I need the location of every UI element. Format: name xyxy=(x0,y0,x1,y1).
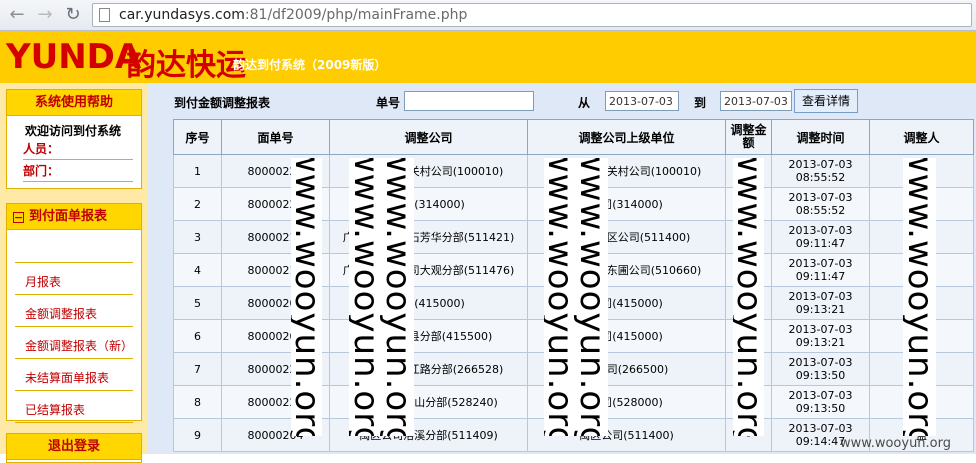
help-panel: 系统使用帮助 欢迎访问到付系统 人员： 部门： xyxy=(6,89,142,189)
waybill-input[interactable] xyxy=(404,91,534,111)
menu-monthly-report[interactable]: 月报表 xyxy=(15,263,133,295)
table-header-row: 序号 面单号 调整公司 调整公司上级单位 调整金额 调整时间 调整人 xyxy=(173,119,974,155)
watermark-strip: www.wooyun.org xyxy=(733,158,764,436)
cell-time: 2013-07-03 08:55:52 xyxy=(771,154,870,188)
col-header-parent: 调整公司上级单位 xyxy=(527,119,726,155)
from-label: 从 xyxy=(578,96,591,110)
cell-clock: 08:55:52 xyxy=(795,204,846,217)
cell-no: 1 xyxy=(173,154,222,188)
menu-unsettled-report[interactable]: 未结算面单报表 xyxy=(15,359,133,391)
cell-time: 2013-07-03 09:11:47 xyxy=(771,253,870,287)
watermark-strip: www.wooyun.org www.wooyun.org xyxy=(544,158,608,436)
cell-date: 2013-07-03 xyxy=(788,389,853,402)
watermark-text: www.wooyun.org xyxy=(291,158,322,436)
cell-date: 2013-07-03 xyxy=(788,356,853,369)
site-header: YUNDA 韵达快运 韵达到付系统（2009新版） xyxy=(0,31,976,83)
watermark-text: www.wooyun.org xyxy=(377,158,415,436)
url-text[interactable]: car.yundasys.com:81/df2009/php/mainFrame… xyxy=(119,7,467,23)
cell-date: 2013-07-03 xyxy=(788,290,853,303)
col-header-company: 调整公司 xyxy=(329,119,528,155)
url-path: :81/df2009/php/mainFrame.php xyxy=(244,7,468,23)
to-date-input[interactable] xyxy=(720,91,792,111)
cell-date: 2013-07-03 xyxy=(788,158,853,171)
person-label: 人员： xyxy=(23,138,133,160)
cell-clock: 09:13:21 xyxy=(795,303,846,316)
logout-button[interactable]: 退出登录 xyxy=(7,434,141,460)
sidebar: 系统使用帮助 欢迎访问到付系统 人员： 部门： − 到付面单报表 月报表 金额调整… xyxy=(0,83,148,463)
menu-spacer xyxy=(15,230,133,263)
menu-amount-adjust-report-new[interactable]: 金额调整报表（新） xyxy=(15,327,133,359)
cell-date: 2013-07-03 xyxy=(788,257,853,270)
watermark-corner-text: www.wooyun.org xyxy=(840,436,952,451)
cell-clock: 09:13:50 xyxy=(795,402,846,415)
cell-time: 2013-07-03 09:13:50 xyxy=(771,352,870,386)
cell-no: 4 xyxy=(173,253,222,287)
watermark-strip: www.wooyun.org xyxy=(291,158,322,436)
logout-panel: 退出登录 xyxy=(6,433,142,463)
reports-panel: − 到付面单报表 月报表 金额调整报表 金额调整报表（新） 未结算面单报表 已结算… xyxy=(6,203,142,423)
url-host: car.yundasys.com xyxy=(119,7,245,23)
watermark-text: www.wooyun.org xyxy=(572,158,608,436)
menu-settled-report[interactable]: 已结算报表 xyxy=(15,391,133,423)
cell-clock: 09:13:50 xyxy=(795,369,846,382)
page-icon xyxy=(99,8,110,22)
col-header-waybill: 面单号 xyxy=(221,119,330,155)
col-header-no: 序号 xyxy=(173,119,222,155)
cell-date: 2013-07-03 xyxy=(788,191,853,204)
cell-time: 2013-07-03 09:11:47 xyxy=(771,220,870,254)
logo-chinese: 韵达快运 xyxy=(126,48,246,83)
col-header-time: 调整时间 xyxy=(771,119,870,155)
cell-time: 2013-07-03 09:13:21 xyxy=(771,319,870,353)
cell-no: 3 xyxy=(173,220,222,254)
cell-clock: 09:11:47 xyxy=(795,270,846,283)
cell-no: 8 xyxy=(173,385,222,419)
collapse-icon[interactable]: − xyxy=(13,212,24,223)
cell-no: 2 xyxy=(173,187,222,221)
cell-clock: 09:11:47 xyxy=(795,237,846,250)
browser-toolbar: ← → ↻ car.yundasys.com:81/df2009/php/mai… xyxy=(0,0,976,31)
cell-date: 2013-07-03 xyxy=(788,224,853,237)
cell-time: 2013-07-03 08:55:52 xyxy=(771,187,870,221)
cell-time: 2013-07-03 09:13:21 xyxy=(771,286,870,320)
logo-english: YUNDA xyxy=(6,37,142,77)
cell-time: 2013-07-03 09:13:50 xyxy=(771,385,870,419)
view-details-button[interactable]: 查看详情 xyxy=(794,89,858,113)
cell-date: 2013-07-03 xyxy=(788,323,853,336)
report-title: 到付金额调整报表 xyxy=(174,96,271,110)
forward-arrow-icon[interactable]: → xyxy=(34,4,56,26)
filter-bar: 到付金额调整报表 单号 从 到 查看详情 xyxy=(148,89,976,115)
cell-clock: 09:13:21 xyxy=(795,336,846,349)
reports-panel-header[interactable]: − 到付面单报表 xyxy=(7,204,141,230)
cell-no: 5 xyxy=(173,286,222,320)
reports-panel-title: 到付面单报表 xyxy=(29,209,108,224)
col-header-user: 调整人 xyxy=(869,119,974,155)
system-title: 韵达到付系统（2009新版） xyxy=(233,58,387,72)
address-bar[interactable]: car.yundasys.com:81/df2009/php/mainFrame… xyxy=(92,3,972,27)
watermark-text: www.wooyun.org xyxy=(733,158,764,436)
from-date-input[interactable] xyxy=(605,91,679,111)
cell-no: 6 xyxy=(173,319,222,353)
waybill-label: 单号 xyxy=(376,96,401,110)
department-label: 部门： xyxy=(23,160,133,182)
back-arrow-icon[interactable]: ← xyxy=(6,4,28,26)
menu-amount-adjust-report[interactable]: 金额调整报表 xyxy=(15,295,133,327)
watermark-strip: www.wooyun.org www.wooyun.org xyxy=(349,158,414,436)
cell-date: 2013-07-03 xyxy=(788,422,853,435)
welcome-text: 欢迎访问到付系统 xyxy=(25,124,122,138)
help-panel-title[interactable]: 系统使用帮助 xyxy=(7,90,141,116)
watermark-text: www.wooyun.org xyxy=(903,158,936,436)
cell-clock: 08:55:52 xyxy=(795,171,846,184)
reload-icon[interactable]: ↻ xyxy=(62,4,84,26)
col-header-amount: 调整金额 xyxy=(725,119,772,155)
to-label: 到 xyxy=(694,96,707,110)
cell-no: 9 xyxy=(173,418,222,452)
watermark-strip: www.wooyun.org xyxy=(903,158,936,436)
cell-no: 7 xyxy=(173,352,222,386)
